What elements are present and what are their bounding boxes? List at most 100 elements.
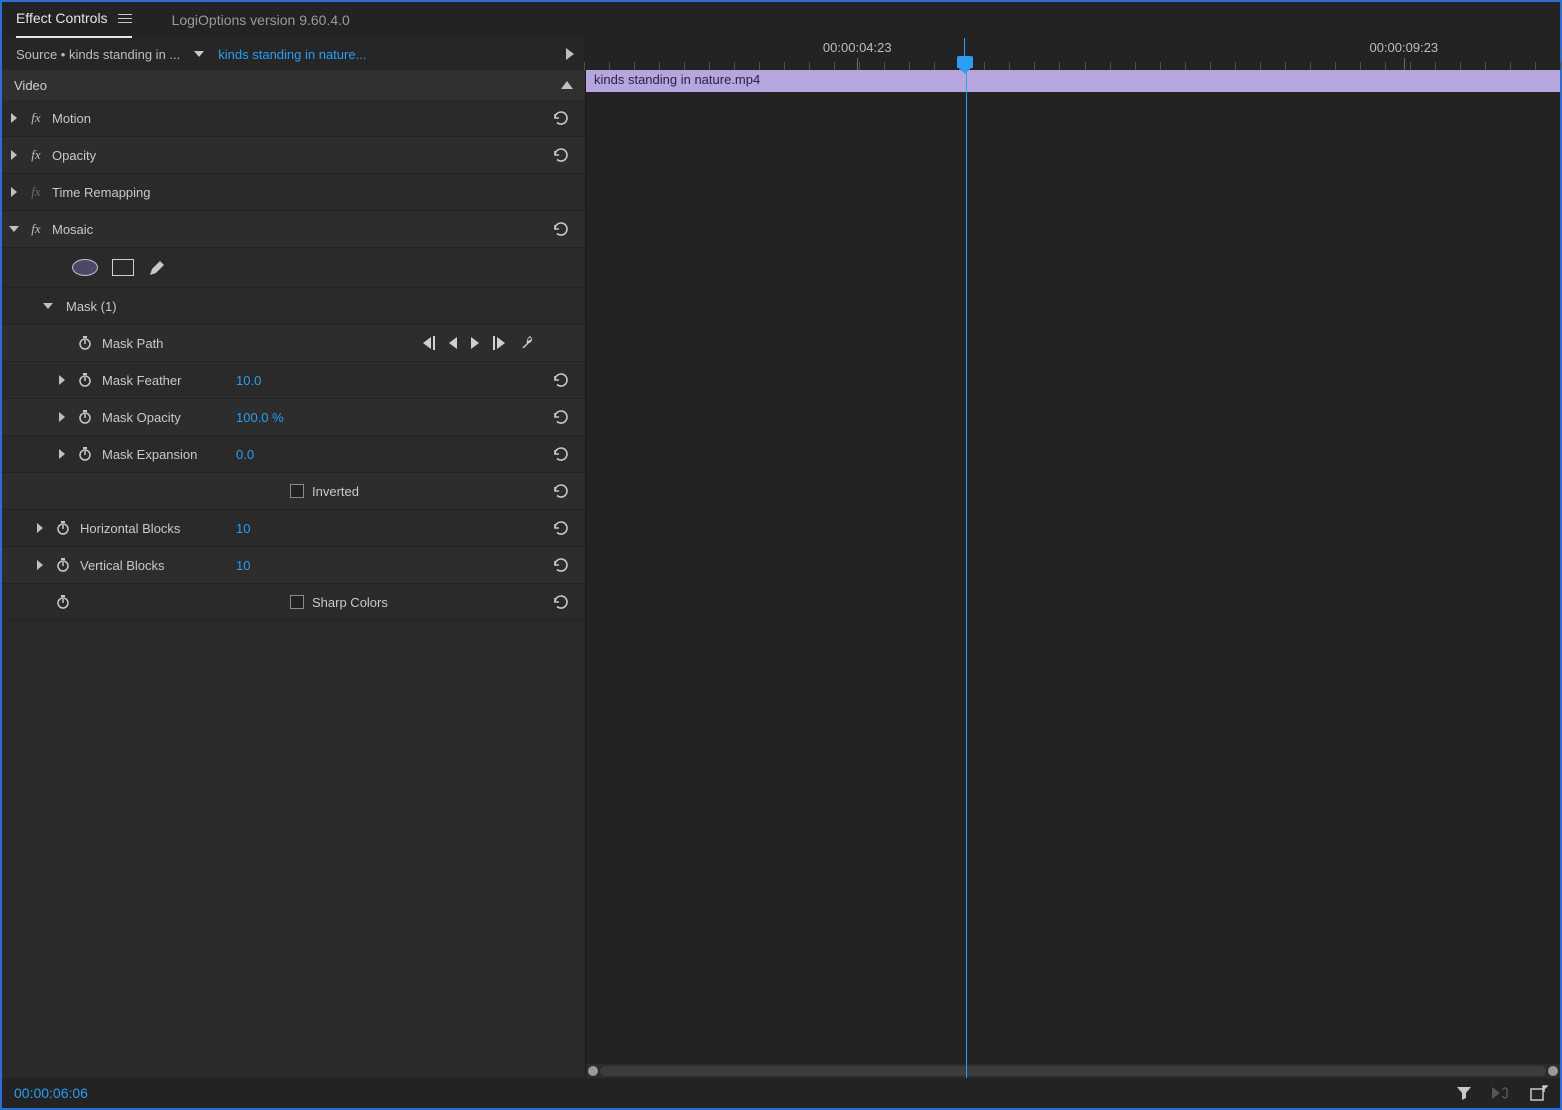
collapse-up-icon[interactable]: [561, 81, 573, 89]
vertical-blocks-value[interactable]: 10: [236, 558, 250, 573]
reset-effect-button[interactable]: [547, 111, 575, 125]
play-icon[interactable]: [566, 48, 574, 60]
playhead[interactable]: [964, 38, 965, 70]
twirl-icon[interactable]: [28, 560, 52, 570]
reset-effect-button[interactable]: [547, 148, 575, 162]
effect-row-motion[interactable]: fx Motion: [2, 100, 585, 137]
stopwatch-icon[interactable]: [52, 557, 74, 573]
effect-properties-column: Video fx Motion fx Opacit: [2, 70, 586, 1078]
scroll-handle-left[interactable]: [588, 1066, 598, 1076]
vertical-blocks-row: Vertical Blocks 10: [2, 547, 585, 584]
stopwatch-icon[interactable]: [74, 335, 96, 351]
twirl-icon[interactable]: [28, 523, 52, 533]
mask-opacity-value[interactable]: 100.0 %: [236, 410, 284, 425]
twirl-icon[interactable]: [2, 150, 26, 160]
step-back-button[interactable]: [449, 337, 457, 349]
twirl-icon[interactable]: [50, 449, 74, 459]
filter-icon[interactable]: [1456, 1085, 1472, 1101]
stopwatch-icon[interactable]: [74, 372, 96, 388]
mask-expansion-row: Mask Expansion 0.0: [2, 436, 585, 473]
playhead[interactable]: [966, 70, 967, 1078]
panel-menu-icon[interactable]: [118, 14, 132, 23]
wrench-icon[interactable]: [519, 335, 535, 351]
reset-property-button[interactable]: [547, 410, 575, 424]
reset-effect-button[interactable]: [547, 222, 575, 236]
clip-bar[interactable]: kinds standing in nature.mp4: [586, 70, 1560, 92]
twirl-icon[interactable]: [2, 113, 26, 123]
play-button[interactable]: [471, 337, 479, 349]
current-timecode[interactable]: 00:00:06:06: [14, 1085, 88, 1101]
export-frame-icon[interactable]: [1530, 1085, 1548, 1101]
effect-timeline-body[interactable]: kinds standing in nature.mp4: [586, 70, 1560, 1078]
horizontal-blocks-value[interactable]: 10: [236, 521, 250, 536]
tab-label: LogiOptions version 9.60.4.0: [172, 12, 350, 28]
reset-property-button[interactable]: [547, 521, 575, 535]
effect-label: Time Remapping: [46, 185, 151, 200]
fx-badge-icon[interactable]: fx: [26, 110, 46, 126]
stopwatch-icon[interactable]: [52, 520, 74, 536]
reset-property-button[interactable]: [547, 595, 575, 609]
tab-effect-controls[interactable]: Effect Controls: [16, 2, 132, 38]
effect-label: Mosaic: [46, 222, 93, 237]
horizontal-scrollbar[interactable]: [586, 1064, 1560, 1078]
scroll-handle-right[interactable]: [1548, 1066, 1558, 1076]
sharp-colors-checkbox[interactable]: [290, 595, 304, 609]
rectangle-mask-button[interactable]: [112, 259, 134, 276]
stopwatch-icon[interactable]: [52, 594, 74, 610]
horizontal-blocks-row: Horizontal Blocks 10: [2, 510, 585, 547]
video-section-header[interactable]: Video: [2, 70, 585, 100]
sharp-colors-label: Sharp Colors: [312, 595, 388, 610]
reset-property-button[interactable]: [547, 373, 575, 387]
mask-shape-tools: [2, 248, 585, 288]
chevron-down-icon[interactable]: [194, 51, 204, 57]
mask-expansion-label: Mask Expansion: [96, 447, 236, 462]
pen-mask-button[interactable]: [148, 259, 166, 277]
sequence-clip-name[interactable]: kinds standing in nature...: [218, 47, 560, 62]
mask-row[interactable]: Mask (1): [2, 288, 585, 325]
twirl-icon[interactable]: [50, 375, 74, 385]
effect-label: Opacity: [46, 148, 96, 163]
effect-row-opacity[interactable]: fx Opacity: [2, 137, 585, 174]
inverted-label: Inverted: [312, 484, 359, 499]
twirl-icon[interactable]: [36, 303, 60, 309]
time-ruler[interactable]: 00:00:04:2300:00:09:23: [584, 38, 1560, 70]
ellipse-mask-button[interactable]: [72, 259, 98, 276]
mask-opacity-label: Mask Opacity: [96, 410, 236, 425]
tab-secondary[interactable]: LogiOptions version 9.60.4.0: [172, 12, 350, 28]
fx-badge-icon[interactable]: fx: [26, 147, 46, 163]
mask-feather-label: Mask Feather: [96, 373, 236, 388]
twirl-icon[interactable]: [2, 226, 26, 232]
mask-path-row: Mask Path: [2, 325, 585, 362]
reset-property-button[interactable]: [547, 484, 575, 498]
effect-timeline: 00:00:04:2300:00:09:23: [584, 38, 1560, 70]
mask-expansion-value[interactable]: 0.0: [236, 447, 254, 462]
fx-badge-icon[interactable]: fx: [26, 184, 46, 200]
fx-badge-icon[interactable]: fx: [26, 221, 46, 237]
twirl-icon[interactable]: [2, 187, 26, 197]
reset-property-button[interactable]: [547, 558, 575, 572]
inverted-checkbox[interactable]: [290, 484, 304, 498]
play-only-icon[interactable]: [1490, 1085, 1512, 1101]
effect-row-time-remapping[interactable]: fx Time Remapping: [2, 174, 585, 211]
next-keyframe-button[interactable]: [493, 336, 505, 350]
stopwatch-icon[interactable]: [74, 446, 96, 462]
panel-footer: 00:00:06:06: [2, 1078, 1560, 1108]
effect-row-mosaic[interactable]: fx Mosaic: [2, 211, 585, 248]
reset-property-button[interactable]: [547, 447, 575, 461]
time-ruler-label: 00:00:04:23: [823, 40, 892, 55]
mask-path-label: Mask Path: [96, 336, 163, 351]
stopwatch-icon[interactable]: [74, 409, 96, 425]
twirl-icon[interactable]: [50, 412, 74, 422]
sharp-colors-row: Sharp Colors: [2, 584, 585, 621]
effect-controls-panel: Effect Controls LogiOptions version 9.60…: [0, 0, 1562, 1110]
horizontal-blocks-label: Horizontal Blocks: [74, 521, 236, 536]
prev-keyframe-button[interactable]: [423, 336, 435, 350]
tab-bar: Effect Controls LogiOptions version 9.60…: [2, 2, 1560, 38]
mask-path-keyframe-controls: [423, 335, 535, 351]
section-label: Video: [14, 78, 47, 93]
tab-label: Effect Controls: [16, 10, 108, 26]
vertical-blocks-label: Vertical Blocks: [74, 558, 236, 573]
scroll-thumb[interactable]: [600, 1066, 1546, 1076]
mask-feather-value[interactable]: 10.0: [236, 373, 261, 388]
effect-label: Motion: [46, 111, 91, 126]
